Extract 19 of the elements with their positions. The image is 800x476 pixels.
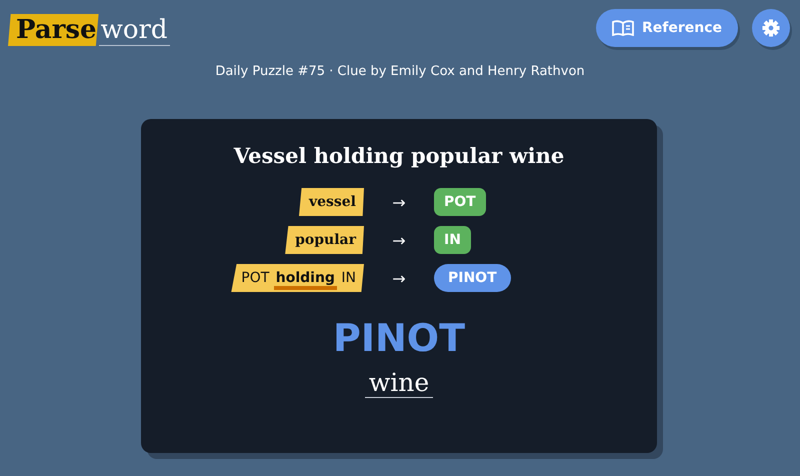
settings-button[interactable]	[752, 9, 790, 47]
result-chip: IN	[434, 226, 471, 254]
settings-icon	[762, 19, 780, 37]
reference-button[interactable]: Reference	[596, 9, 738, 47]
book-icon	[612, 20, 634, 36]
result-chip: PINOT	[434, 264, 511, 292]
wordplay-chip: vessel	[298, 188, 364, 216]
wordplay-chip: popular	[285, 226, 364, 254]
arrow-icon: →	[364, 192, 434, 212]
result-chip: POT	[434, 188, 486, 216]
answer-text: PINOT	[332, 316, 466, 360]
logo-highlight: Parse	[8, 14, 99, 46]
clue-text: Vessel holding popular wine	[234, 143, 564, 168]
logo-text: word	[98, 15, 170, 46]
arrow-icon: →	[364, 268, 434, 288]
arrow-icon: →	[364, 230, 434, 250]
puzzle-subtitle: Daily Puzzle #75 · Clue by Emily Cox and Henry Rathvon	[214, 64, 586, 79]
definition-text: wine	[364, 368, 434, 398]
wordplay-chip: POT holding IN	[231, 264, 364, 292]
